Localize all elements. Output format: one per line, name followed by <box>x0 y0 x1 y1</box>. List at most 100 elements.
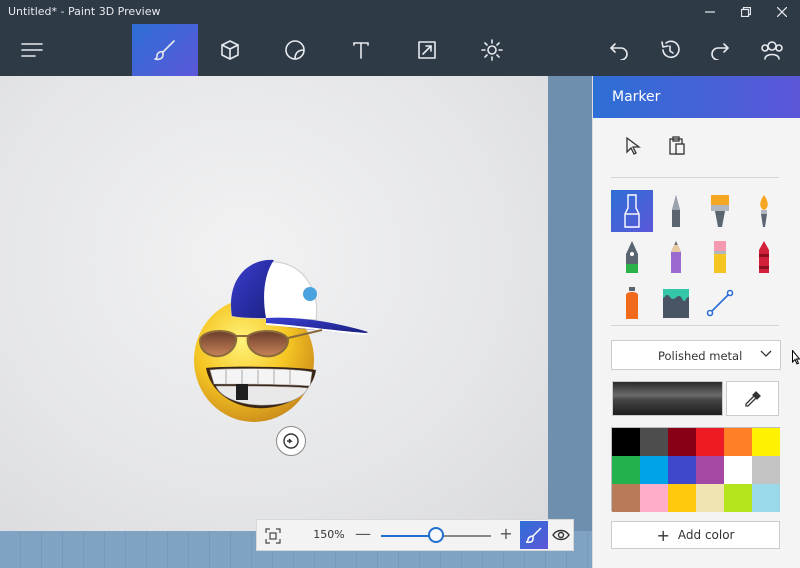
history-button[interactable] <box>648 24 692 76</box>
paste-button[interactable] <box>665 134 689 158</box>
texture-dropdown[interactable]: Polished metal <box>611 340 781 370</box>
tool-eraser[interactable] <box>699 236 741 278</box>
pixel-pen-icon <box>626 241 638 273</box>
chevron-down-icon <box>760 350 772 357</box>
tool-pixel-pen[interactable] <box>611 236 653 278</box>
tab-canvas[interactable] <box>405 24 449 76</box>
color-swatch[interactable] <box>752 456 780 484</box>
watercolor-icon <box>760 195 768 227</box>
brush-icon <box>154 40 175 61</box>
window-title: Untitled* - Paint 3D Preview <box>8 5 161 18</box>
tab-stickers[interactable] <box>273 24 317 76</box>
tool-panel: Marker Polished metal + Add color <box>592 76 800 568</box>
oil-brush-icon <box>711 195 729 227</box>
zoom-slider-thumb[interactable] <box>428 527 444 543</box>
color-swatch[interactable] <box>612 484 640 512</box>
history-icon <box>661 40 680 59</box>
fit-to-screen-icon <box>265 528 281 544</box>
view-mode-button[interactable] <box>548 521 574 549</box>
redo-button[interactable] <box>698 24 742 76</box>
color-swatch[interactable] <box>752 484 780 512</box>
color-swatch[interactable] <box>724 456 752 484</box>
tool-marker[interactable] <box>611 190 653 232</box>
maximize-button[interactable] <box>728 0 764 24</box>
brush-icon <box>526 527 542 543</box>
tool-crayon[interactable] <box>743 236 785 278</box>
tab-art-tools[interactable] <box>132 24 198 76</box>
tool-watercolor[interactable] <box>743 190 785 232</box>
zoom-in-button[interactable]: + <box>498 524 514 546</box>
panel-divider <box>611 325 779 326</box>
pointer-icon <box>626 137 641 155</box>
eyedropper-button[interactable] <box>726 381 779 416</box>
color-swatch[interactable] <box>724 428 752 456</box>
community-icon <box>761 41 783 60</box>
color-swatch[interactable] <box>612 456 640 484</box>
tab-3d-objects[interactable] <box>208 24 252 76</box>
color-swatch[interactable] <box>724 484 752 512</box>
tool-oil-brush[interactable] <box>699 190 741 232</box>
community-button[interactable] <box>750 24 794 76</box>
rotate-handle[interactable] <box>276 426 306 456</box>
title-bar: Untitled* - Paint 3D Preview <box>0 0 800 24</box>
tab-effects[interactable] <box>470 24 514 76</box>
mouse-cursor-icon <box>792 350 800 365</box>
color-swatch[interactable] <box>668 428 696 456</box>
text-icon <box>353 42 369 59</box>
fit-view-button[interactable] <box>263 526 283 546</box>
color-swatch[interactable] <box>752 428 780 456</box>
tool-fill[interactable] <box>655 282 697 324</box>
color-swatch[interactable] <box>612 428 640 456</box>
color-swatch[interactable] <box>640 456 668 484</box>
tool-spray-can[interactable] <box>611 282 653 324</box>
zoom-percent: 150% <box>313 528 345 541</box>
calligraphy-pen-icon <box>672 195 680 227</box>
close-button[interactable] <box>764 0 800 24</box>
color-swatch[interactable] <box>696 428 724 456</box>
tool-pencil[interactable] <box>655 236 697 278</box>
rotate-icon <box>283 433 299 449</box>
canvas-area[interactable]: 150% — + <box>0 76 592 568</box>
select-button[interactable] <box>621 134 645 158</box>
tool-line[interactable] <box>699 282 741 324</box>
menu-icon <box>21 43 43 57</box>
brush-mode-button[interactable] <box>520 521 548 549</box>
color-swatch[interactable] <box>696 484 724 512</box>
color-swatch[interactable] <box>640 484 668 512</box>
panel-title: Marker <box>593 76 800 118</box>
color-swatch[interactable] <box>668 456 696 484</box>
canvas-icon <box>418 41 436 59</box>
clipboard-icon <box>669 136 685 155</box>
redo-icon <box>711 43 729 60</box>
emoji-3d-model[interactable] <box>186 250 376 430</box>
add-color-button[interactable]: + Add color <box>611 521 780 549</box>
tab-text[interactable] <box>339 24 383 76</box>
texture-selected-label: Polished metal <box>658 349 743 363</box>
cube-icon <box>221 40 239 60</box>
zoom-out-button[interactable]: — <box>355 524 371 546</box>
crayon-icon <box>759 241 769 273</box>
minimize-button[interactable] <box>692 0 728 24</box>
eye-icon <box>552 529 570 541</box>
main-toolbar <box>0 24 800 76</box>
eraser-icon <box>714 241 726 273</box>
current-color-swatch[interactable] <box>612 381 723 416</box>
color-swatch[interactable] <box>668 484 696 512</box>
effects-icon <box>481 39 503 61</box>
eyedropper-icon <box>744 390 761 407</box>
restore-icon <box>741 7 751 17</box>
fill-bucket-icon <box>663 289 689 318</box>
color-swatch[interactable] <box>640 428 668 456</box>
line-tool-icon <box>706 289 734 317</box>
panel-divider <box>611 177 779 178</box>
zoom-bar: 150% — + <box>256 519 574 551</box>
menu-button[interactable] <box>10 24 54 76</box>
pencil-icon <box>671 241 681 273</box>
spray-can-icon <box>626 287 638 319</box>
tool-calligraphy-pen[interactable] <box>655 190 697 232</box>
color-palette <box>611 427 780 512</box>
undo-button[interactable] <box>597 24 641 76</box>
minimize-icon <box>705 11 715 13</box>
color-swatch[interactable] <box>696 456 724 484</box>
undo-icon <box>610 43 628 60</box>
